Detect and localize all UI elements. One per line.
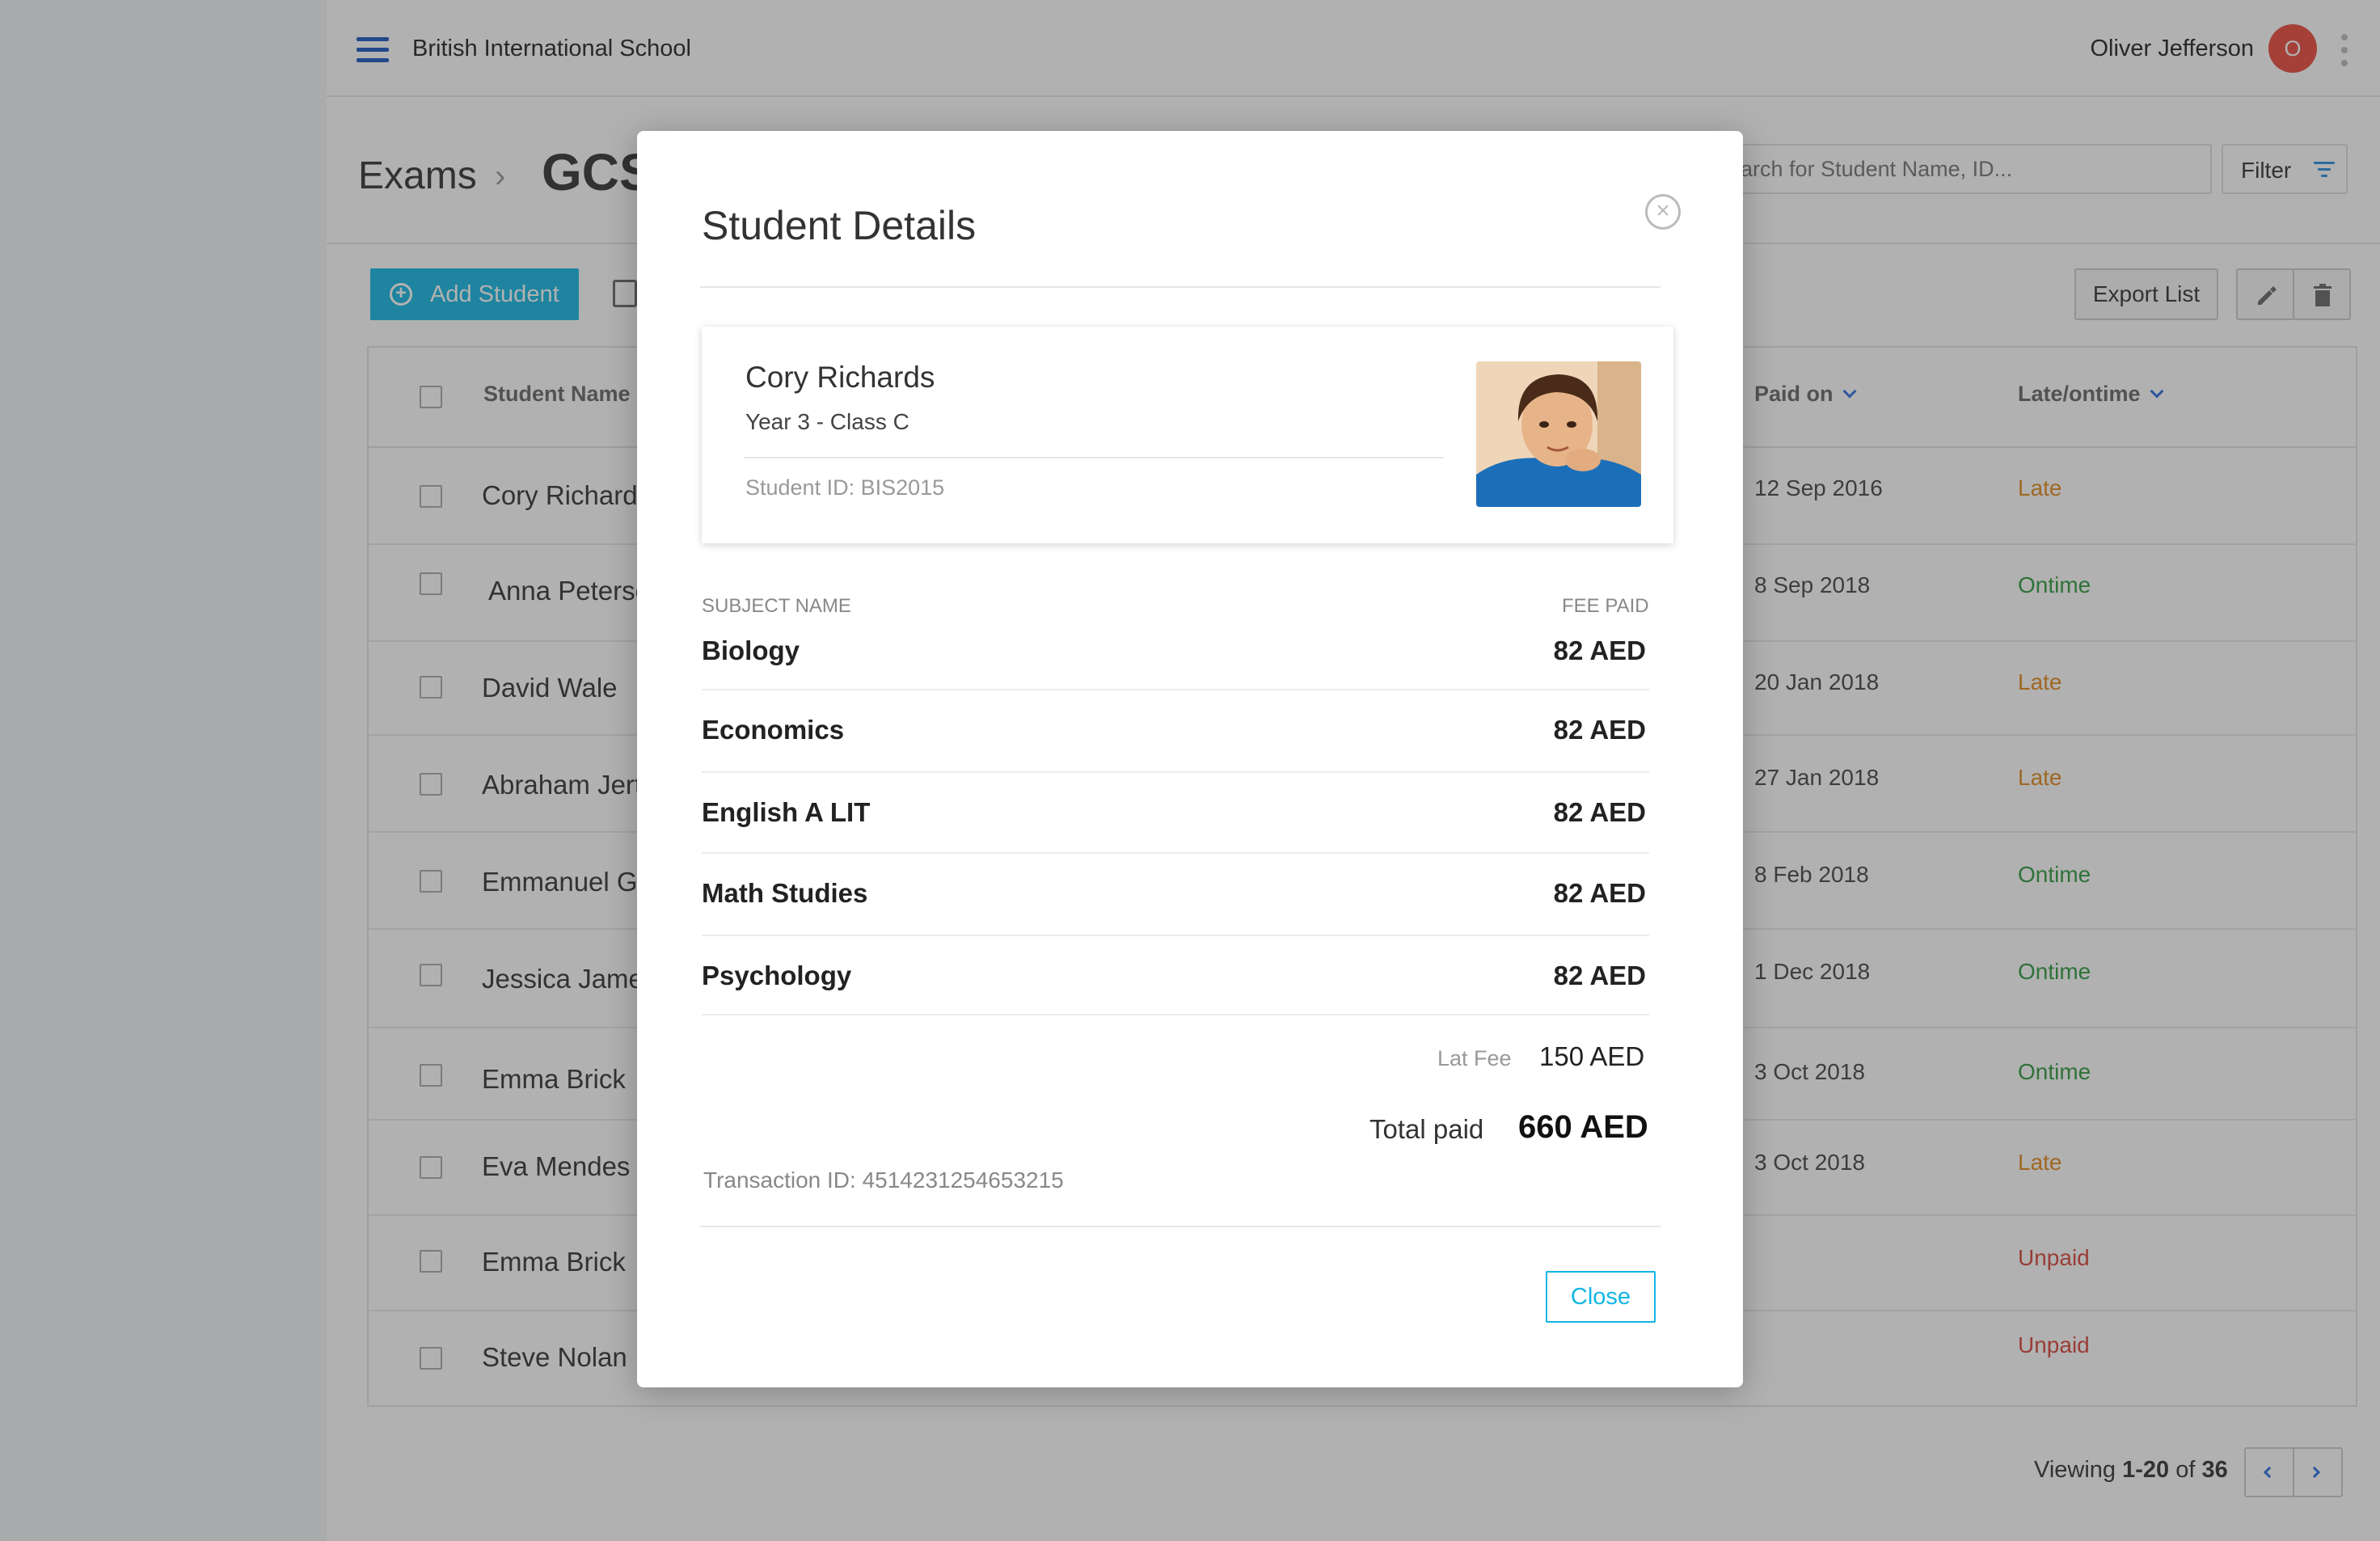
divider: [702, 935, 1649, 936]
divider: [744, 457, 1444, 458]
modal-title: Student Details: [702, 203, 977, 248]
student-photo-illustration: [1476, 361, 1641, 507]
divider: [702, 852, 1649, 854]
total-paid-label: Total paid: [1369, 1114, 1484, 1144]
subject-name: Psychology: [702, 960, 852, 990]
student-class: Year 3 - Class C: [745, 409, 909, 434]
divider: [700, 1226, 1661, 1227]
close-circle-icon[interactable]: ×: [1645, 194, 1681, 230]
fee-paid-header: FEE PAID: [1562, 595, 1649, 617]
student-photo: [1476, 361, 1641, 507]
close-button[interactable]: Close: [1546, 1271, 1656, 1323]
subject-fee: 82 AED: [1553, 635, 1646, 665]
student-details-modal: [637, 131, 1743, 1387]
subject-fee: 82 AED: [1553, 960, 1646, 990]
divider: [702, 771, 1649, 773]
divider: [700, 286, 1661, 288]
divider: [702, 689, 1649, 690]
student-name: Cory Richards: [745, 361, 935, 394]
total-paid-value: 660 AED: [1518, 1109, 1648, 1145]
late-fee-label: Lat Fee: [1437, 1046, 1512, 1070]
student-id: Student ID: BIS2015: [745, 475, 945, 500]
subject-name: Economics: [702, 715, 845, 745]
subject-fee: 82 AED: [1553, 715, 1646, 745]
subject-name: Biology: [702, 635, 800, 665]
subject-name: Math Studies: [702, 878, 868, 908]
transaction-id: Transaction ID: 4514231254653215: [703, 1167, 1064, 1193]
subject-fee: 82 AED: [1553, 797, 1646, 827]
subject-name: English A LIT: [702, 797, 871, 827]
divider: [702, 1014, 1649, 1015]
late-fee-value: 150 AED: [1539, 1041, 1645, 1071]
subject-fee: 82 AED: [1553, 878, 1646, 908]
subject-name-header: SUBJECT NAME: [702, 595, 851, 617]
